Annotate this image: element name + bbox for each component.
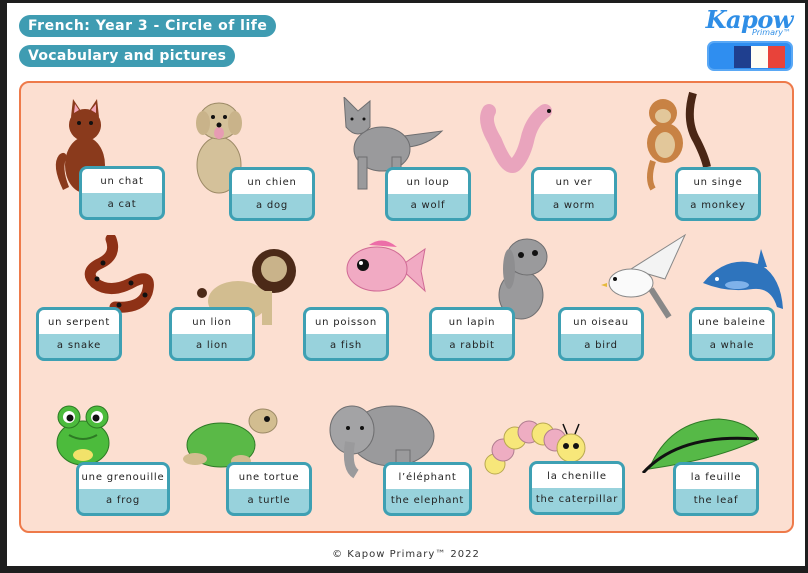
vocab-card[interactable]: la chenille the caterpillar — [529, 461, 625, 515]
french-word: un singe — [678, 170, 758, 194]
french-word: un poisson — [306, 310, 386, 334]
vocab-card[interactable]: une tortue a turtle — [226, 462, 312, 516]
french-word: un chat — [82, 169, 162, 193]
english-word: a bird — [584, 340, 618, 351]
english-word: the leaf — [693, 495, 739, 506]
vocab-card[interactable]: un lion a lion — [169, 307, 255, 361]
french-word: une baleine — [692, 310, 772, 334]
english-word: a frog — [106, 495, 140, 506]
english-word: a monkey — [690, 200, 746, 211]
vocab-card[interactable]: un ver a worm — [531, 167, 617, 221]
english-word: a rabbit — [449, 340, 495, 351]
vocabulary-panel: un chat a cat un chien a dog un loup a w… — [19, 81, 794, 533]
vocab-card[interactable]: un poisson a fish — [303, 307, 389, 361]
french-word: une grenouille — [79, 465, 167, 489]
french-word: l’éléphant — [386, 465, 469, 489]
english-word: a snake — [56, 340, 102, 351]
vocab-card[interactable]: un chat a cat — [79, 166, 165, 220]
vocab-card[interactable]: la feuille the leaf — [673, 462, 759, 516]
english-word: a dog — [255, 200, 289, 211]
snake-picture — [84, 235, 154, 313]
english-word: a turtle — [247, 495, 291, 506]
english-word: a lion — [195, 340, 229, 351]
vocab-card[interactable]: un lapin a rabbit — [429, 307, 515, 361]
slide: French: Year 3 - Circle of life Vocabula… — [7, 3, 805, 566]
french-word: un oiseau — [561, 310, 641, 334]
french-word: une tortue — [229, 465, 309, 489]
copyright-footer: © Kapow Primary™ 2022 — [332, 549, 480, 560]
french-word: la chenille — [532, 464, 622, 488]
english-word: a worm — [552, 200, 596, 211]
language-button[interactable] — [707, 41, 793, 71]
vocab-card[interactable]: un chien a dog — [229, 167, 315, 221]
lesson-title: French: Year 3 - Circle of life — [19, 15, 277, 37]
english-word: the elephant — [390, 495, 465, 506]
kapow-logo: Kapow Primary™ — [706, 7, 794, 38]
french-word: un loup — [388, 170, 468, 194]
english-word: a fish — [330, 340, 362, 351]
vocab-card[interactable]: un loup a wolf — [385, 167, 471, 221]
vocab-card[interactable]: un serpent a snake — [36, 307, 122, 361]
french-word: un chien — [232, 170, 312, 194]
french-word: un lapin — [432, 310, 512, 334]
english-word: a wolf — [410, 200, 446, 211]
vocab-card[interactable]: un oiseau a bird — [558, 307, 644, 361]
vocab-card[interactable]: un singe a monkey — [675, 167, 761, 221]
french-flag-icon — [734, 46, 785, 68]
english-word: a whale — [709, 340, 755, 351]
english-word: a cat — [107, 199, 137, 210]
slide-subtitle: Vocabulary and pictures — [19, 45, 236, 67]
vocab-card[interactable]: une grenouille a frog — [76, 462, 170, 516]
french-word: la feuille — [676, 465, 756, 489]
fish-picture — [346, 240, 426, 293]
frog-picture — [56, 405, 110, 466]
french-word: un lion — [172, 310, 252, 334]
french-word: un serpent — [39, 310, 119, 334]
french-word: un ver — [534, 170, 614, 194]
vocab-card[interactable]: l’éléphant the elephant — [383, 462, 472, 516]
english-word: the caterpillar — [535, 494, 619, 505]
vocab-card[interactable]: une baleine a whale — [689, 307, 775, 361]
